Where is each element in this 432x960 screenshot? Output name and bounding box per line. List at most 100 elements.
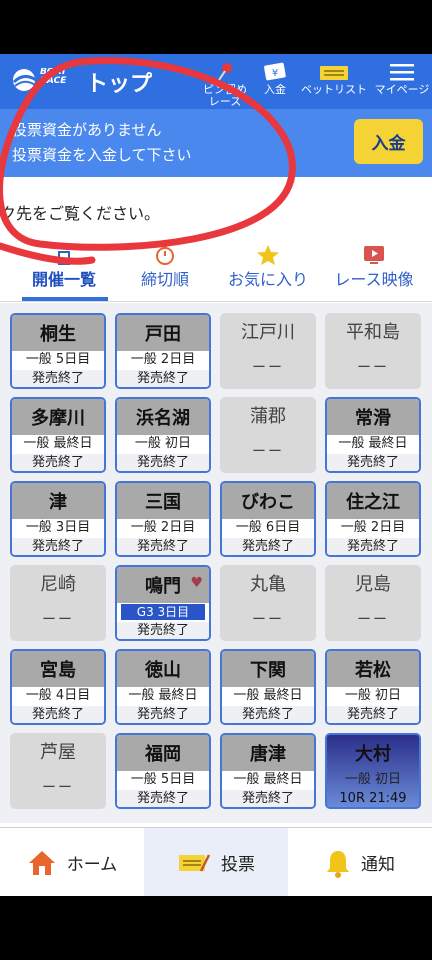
venue-card[interactable]: 児島 ーー	[325, 565, 421, 641]
venue-status: 発売終了	[117, 706, 209, 723]
venue-grade: 一般 6日目	[235, 520, 301, 535]
venue-no-race: ーー	[252, 444, 284, 460]
bottom-nav-home[interactable]: ホーム	[0, 828, 144, 896]
venue-card[interactable]: 唐津 一般 最終日 発売終了	[220, 733, 316, 809]
tab-label: 締切順	[140, 270, 189, 289]
venue-name: 常滑	[327, 399, 419, 435]
venue-name: 福岡	[117, 735, 209, 771]
venue-card[interactable]: 平和島 ーー	[325, 313, 421, 389]
venue-status: 10R 21:49	[339, 791, 407, 806]
venue-status: 発売終了	[222, 538, 314, 555]
notice-line-1: 投票資金がありません	[12, 121, 162, 139]
deposit-button[interactable]: 入金	[354, 119, 423, 164]
tab-favorites[interactable]: お気に入り	[218, 242, 318, 290]
venue-card[interactable]: 下関 一般 最終日 発売終了	[220, 649, 316, 725]
pin-icon	[198, 60, 252, 82]
venue-card[interactable]: 福岡 一般 5日目 発売終了	[115, 733, 211, 809]
app-screen: BOAT RACE トップ ピン留め レース ¥ 入金 ベットリスト マイページ	[0, 54, 432, 896]
venue-grade: 一般 2日目	[340, 520, 406, 535]
boatrace-logo-icon[interactable]	[10, 66, 40, 94]
video-icon	[326, 242, 422, 266]
notice-line-2: 投票資金を入金して下さい	[12, 146, 192, 164]
venue-card[interactable]: 徳山 一般 最終日 発売終了	[115, 649, 211, 725]
venue-card[interactable]: 蒲郡 ーー	[220, 397, 316, 473]
app-header: BOAT RACE トップ ピン留め レース ¥ 入金 ベットリスト マイページ	[0, 54, 432, 109]
venue-name: 多摩川	[12, 399, 104, 435]
tab-label: お気に入り	[227, 270, 308, 289]
venue-status: 発売終了	[222, 790, 314, 807]
tab-venue-list[interactable]: 開催一覧	[18, 242, 110, 290]
venue-card[interactable]: 常滑 一般 最終日 発売終了	[325, 397, 421, 473]
header-nav-label: ベットリスト	[301, 83, 367, 96]
venue-status: 発売終了	[12, 538, 104, 555]
venue-card[interactable]: 浜名湖 一般 初日 発売終了	[115, 397, 211, 473]
bottom-nav-bar: ホーム 投票 通知	[0, 827, 432, 896]
venue-no-race: ーー	[357, 360, 389, 376]
venue-card[interactable]: 津一般 3日目 発売終了	[10, 481, 106, 557]
venue-card[interactable]: 三国 一般 2日目 発売終了	[115, 481, 211, 557]
venue-name: 丸亀	[250, 574, 286, 595]
favorite-heart-icon[interactable]: ♥	[190, 575, 203, 591]
bottom-nav-bet[interactable]: 投票	[144, 828, 288, 896]
venue-card[interactable]: 宮島 一般 4日目 発売終了	[10, 649, 106, 725]
venue-card[interactable]: 多摩川 一般 最終日 発売終了	[10, 397, 106, 473]
venue-card[interactable]: 若松 一般 初日 発売終了	[325, 649, 421, 725]
venue-card[interactable]: 住之江 一般 2日目 発売終了	[325, 481, 421, 557]
list-icon	[18, 242, 110, 266]
venue-card[interactable]: 丸亀 ーー	[220, 565, 316, 641]
tab-race-video[interactable]: レース映像	[326, 242, 422, 290]
venue-status: 発売終了	[117, 622, 209, 639]
bottom-nav-label: 投票	[221, 855, 255, 875]
logo-text: BOAT RACE	[40, 68, 67, 86]
bell-icon	[325, 848, 351, 878]
venue-no-race: ーー	[42, 612, 74, 628]
header-nav-label: ピン留め レース	[203, 83, 247, 108]
header-nav-bet-list[interactable]: ベットリスト	[298, 60, 370, 96]
venue-grade: 一般 最終日	[233, 772, 303, 787]
venue-card[interactable]: 鳴門 ♥ G3 3日目 発売終了	[115, 565, 211, 641]
venue-grade: 一般 2日目	[130, 352, 196, 367]
venue-card[interactable]: びわこ 一般 6日目 発売終了	[220, 481, 316, 557]
venue-card[interactable]: 尼崎 ーー	[10, 565, 106, 641]
header-nav-label: マイページ	[374, 83, 430, 96]
venue-name: 住之江	[327, 483, 419, 519]
venue-status: 発売終了	[327, 706, 419, 723]
header-nav-pin-race[interactable]: ピン留め レース	[198, 60, 252, 108]
venue-card[interactable]: 桐生 一般 5日目 発売終了	[10, 313, 106, 389]
venue-card[interactable]: 戸田 一般 2日目 発売終了	[115, 313, 211, 389]
tab-label: 開催一覧	[31, 270, 96, 289]
venue-status: 発売終了	[12, 706, 104, 723]
venue-status: 発売終了	[327, 538, 419, 555]
venue-name: 唐津	[222, 735, 314, 771]
venue-status: 発売終了	[327, 454, 419, 471]
bottom-nav-notifications[interactable]: 通知	[288, 828, 432, 896]
venue-card[interactable]: 江戸川 ーー	[220, 313, 316, 389]
info-text[interactable]: ク先をご覧ください。	[0, 200, 160, 224]
venue-grade: 一般 初日	[344, 772, 402, 787]
venue-name: 徳山	[117, 651, 209, 687]
tab-deadline-order[interactable]: 締切順	[130, 242, 200, 290]
ticket-icon	[298, 60, 370, 82]
venue-no-race: ーー	[42, 780, 74, 796]
venue-status: 発売終了	[117, 790, 209, 807]
venue-name: 若松	[327, 651, 419, 687]
tab-label: レース映像	[334, 270, 414, 289]
venue-grade: G3 3日目	[121, 604, 205, 620]
venue-name: 三国	[117, 483, 209, 519]
venue-card[interactable]: 大村 一般 初日 10R 21:49	[325, 733, 421, 809]
venue-status: 発売終了	[12, 370, 104, 387]
funds-notice-banner: 投票資金がありません 投票資金を入金して下さい 入金	[0, 109, 432, 177]
svg-text:¥: ¥	[272, 68, 278, 79]
venue-grade: 一般 5日目	[25, 352, 91, 367]
venue-card[interactable]: 芦屋 ーー	[10, 733, 106, 809]
venue-grade: 一般 最終日	[233, 688, 303, 703]
venue-name: 平和島	[346, 322, 400, 343]
header-nav-deposit[interactable]: ¥ 入金	[254, 60, 296, 96]
venue-no-race: ーー	[252, 360, 284, 376]
venue-name: 児島	[355, 574, 391, 595]
venue-no-race: ーー	[357, 612, 389, 628]
venue-grade: 一般 4日目	[25, 688, 91, 703]
venue-status: 発売終了	[12, 454, 104, 471]
header-nav-label: 入金	[264, 83, 286, 96]
header-nav-mypage[interactable]: マイページ	[372, 60, 432, 96]
